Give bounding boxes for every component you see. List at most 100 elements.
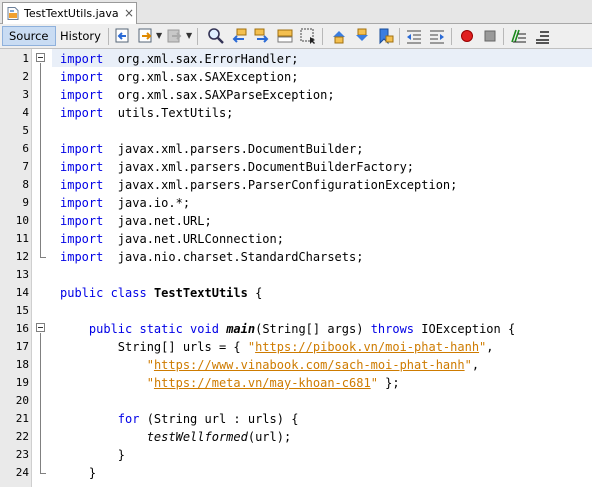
line-number: 5	[22, 124, 29, 137]
line-number: 23	[15, 448, 29, 461]
toggle-bookmark-icon[interactable]	[376, 27, 394, 45]
code-line: import org.xml.sax.SAXParseException;	[60, 86, 335, 104]
history-tab[interactable]: History	[54, 26, 107, 46]
toolbar-separator	[322, 28, 323, 45]
toggle-comment-icon[interactable]	[509, 27, 527, 45]
code-token: (url);	[247, 430, 292, 444]
keyword-token: import	[60, 106, 104, 120]
source-tab[interactable]: Source	[2, 26, 56, 46]
keyword-token: public static void	[88, 322, 219, 336]
start-macro-icon[interactable]	[458, 27, 476, 45]
forward-dropdown-arrow[interactable]: ▼	[186, 31, 192, 40]
keyword-token: import	[60, 88, 104, 102]
code-token: org.xml.sax.ErrorHandler;	[103, 52, 299, 66]
find-selection-icon[interactable]	[207, 27, 225, 45]
code-token: java.nio.charset.StandardCharsets;	[103, 250, 364, 264]
string-token: https://meta.vn/may-khoan-c681	[153, 376, 371, 390]
close-tab-icon[interactable]: ×	[124, 5, 134, 21]
toolbar-separator	[451, 28, 452, 45]
fold-toggle-imports[interactable]	[36, 53, 45, 62]
shift-left-icon[interactable]	[405, 27, 423, 45]
code-token: org.xml.sax.SAXException;	[103, 70, 299, 84]
back-icon[interactable]	[137, 27, 155, 45]
line-number: 13	[15, 268, 29, 281]
forward-icon[interactable]	[166, 27, 184, 45]
code-line: import org.xml.sax.SAXException;	[60, 68, 298, 86]
line-number: 3	[22, 88, 29, 101]
code-line: public static void main(String[] args) t…	[60, 320, 515, 338]
code-token: utils.TextUtils;	[103, 106, 234, 120]
last-edit-icon[interactable]	[114, 27, 132, 45]
keyword-token: import	[60, 52, 104, 66]
code-token: (String[] args)	[255, 322, 371, 336]
line-number: 17	[15, 340, 29, 353]
keyword-token: import	[60, 178, 104, 192]
line-number: 11	[15, 232, 29, 245]
string-token: "	[370, 376, 378, 390]
string-token: https://pibook.vn/moi-phat-hanh	[255, 340, 480, 354]
code-editor[interactable]: import org.xml.sax.ErrorHandler; import o…	[52, 49, 592, 487]
string-token: https://www.vinabook.com/sach-moi-phat-h…	[153, 358, 465, 372]
toggle-highlight-icon[interactable]	[276, 27, 294, 45]
code-line: import utils.TextUtils;	[60, 104, 233, 122]
code-line: import javax.xml.parsers.ParserConfigura…	[60, 176, 457, 194]
string-token: "	[146, 358, 154, 372]
code-line: import org.xml.sax.ErrorHandler;	[60, 50, 298, 68]
find-next-icon[interactable]	[253, 27, 271, 45]
uncomment-icon[interactable]	[532, 27, 550, 45]
code-token: java.io.*;	[103, 196, 191, 210]
code-line: testWellformed(url);	[60, 428, 292, 446]
previous-bookmark-icon[interactable]	[330, 27, 348, 45]
code-token: ,	[471, 358, 480, 372]
code-token: java.net.URL;	[103, 214, 212, 228]
next-bookmark-icon[interactable]	[353, 27, 371, 45]
code-token: javax.xml.parsers.DocumentBuilderFactory…	[103, 160, 415, 174]
fold-margin	[32, 49, 52, 487]
line-number: 21	[15, 412, 29, 425]
line-number: 20	[15, 394, 29, 407]
code-line: String[] urls = { "https://pibook.vn/moi…	[60, 338, 494, 356]
line-number: 1	[22, 52, 29, 65]
fold-guide-main-method	[40, 333, 41, 473]
code-token: testWellformed	[146, 430, 248, 444]
code-line: }	[60, 446, 125, 464]
toolbar-separator	[197, 28, 198, 45]
code-token: javax.xml.parsers.DocumentBuilder;	[103, 142, 364, 156]
code-token: ,	[486, 340, 494, 354]
keyword-token: import	[60, 232, 104, 246]
java-file-icon	[7, 7, 19, 20]
code-line: "https://www.vinabook.com/sach-moi-phat-…	[60, 356, 479, 374]
line-number-gutter: 1 2 3 4 5 6 7 8 9 10 11 12 13 14 15 16 17 18 19 20 21 22 23 24	[0, 49, 32, 487]
code-line: import javax.xml.parsers.DocumentBuilder…	[60, 140, 363, 158]
code-line: }	[60, 464, 96, 482]
code-line: "https://meta.vn/may-khoan-c681" };	[60, 374, 400, 392]
line-number: 4	[22, 106, 29, 119]
code-token: };	[377, 376, 400, 390]
code-line: import javax.xml.parsers.DocumentBuilder…	[60, 158, 414, 176]
code-line: import java.net.URLConnection;	[60, 230, 284, 248]
toggle-rect-selection-icon[interactable]	[299, 27, 317, 45]
code-token: IOException {	[414, 322, 516, 336]
find-previous-icon[interactable]	[230, 27, 248, 45]
code-line: import java.net.URL;	[60, 212, 212, 230]
line-number: 9	[22, 196, 29, 209]
line-number: 14	[15, 286, 29, 299]
stop-macro-icon[interactable]	[481, 27, 499, 45]
toolbar-separator	[108, 28, 109, 45]
line-number: 24	[15, 466, 29, 479]
back-dropdown-arrow[interactable]: ▼	[156, 31, 162, 40]
line-number: 22	[15, 430, 29, 443]
editor-tab-strip: TestTextUtils.java ×	[0, 0, 592, 24]
string-token: "	[146, 376, 154, 390]
fold-toggle-main-method[interactable]	[36, 323, 45, 332]
string-token: "	[464, 358, 472, 372]
code-token: (String url : urls) {	[139, 412, 299, 426]
code-line: for (String url : urls) {	[60, 410, 299, 428]
shift-right-icon[interactable]	[428, 27, 446, 45]
file-tab[interactable]: TestTextUtils.java ×	[2, 2, 137, 24]
